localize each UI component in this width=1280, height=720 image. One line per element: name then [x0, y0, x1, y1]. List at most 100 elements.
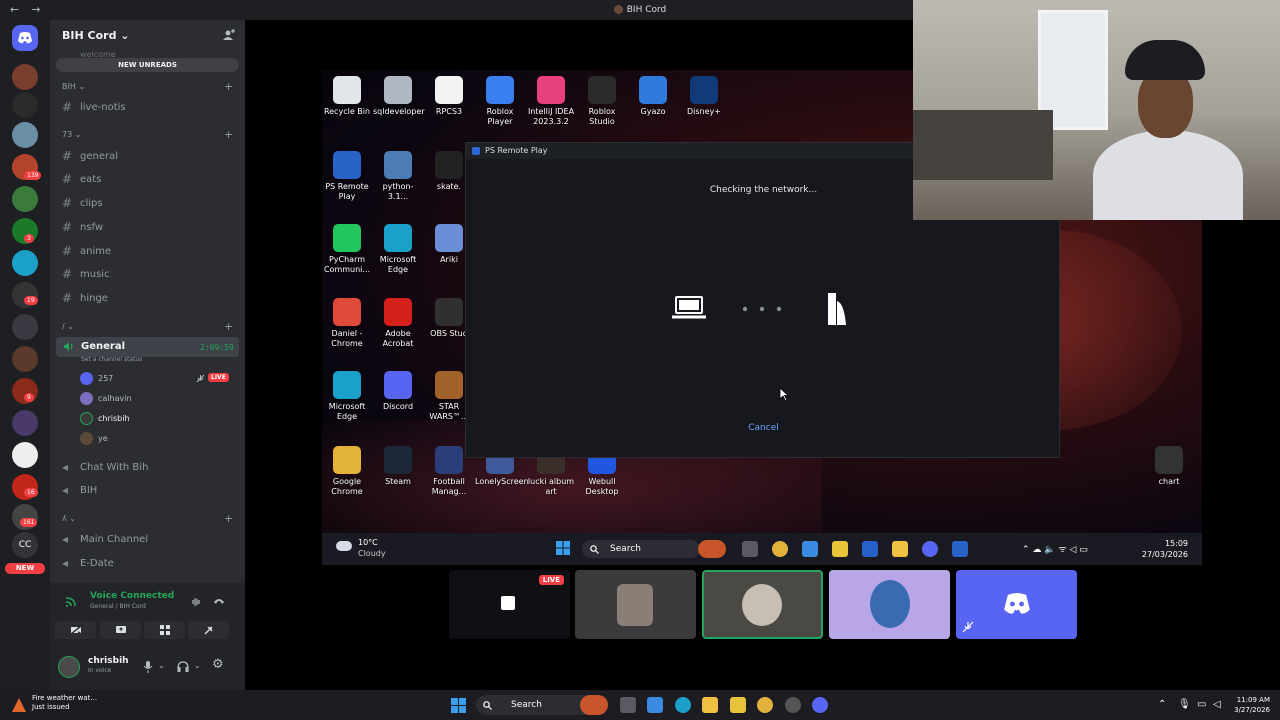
voice-channel-chat-with-bih[interactable]: ◂ Chat With Bih — [62, 460, 148, 474]
microphone-icon[interactable]: 🎙 — [1178, 699, 1191, 710]
channel-live-notis[interactable]: # live-notis — [62, 100, 126, 114]
category-slash[interactable]: / ⌄ — [62, 322, 74, 331]
tray-icons[interactable]: ⌃ ☁ 🔈 ᯤ ◁ ▭ — [1022, 542, 1088, 555]
participant-tile[interactable] — [829, 570, 950, 639]
remote-clock[interactable]: 15:09 27/03/2026 — [1142, 538, 1188, 560]
desktop-icon[interactable]: Google Chrome — [322, 446, 372, 497]
folder-icon[interactable] — [892, 541, 908, 557]
server-icon-2[interactable] — [12, 92, 38, 118]
participant-tile[interactable] — [956, 570, 1077, 639]
server-icon-7[interactable] — [12, 250, 38, 276]
network-icon[interactable]: ▭ — [1197, 699, 1206, 710]
windows-start-icon[interactable] — [451, 698, 466, 713]
add-channel-icon[interactable]: + — [224, 320, 233, 333]
add-channel-icon[interactable]: + — [224, 80, 233, 93]
channel-status-prompt[interactable]: Set a channel status — [81, 356, 142, 363]
channel-anime[interactable]: # anime — [62, 244, 111, 258]
category-73[interactable]: 73 ⌄ — [62, 130, 81, 139]
folder-icon[interactable] — [702, 697, 718, 713]
channel-music[interactable]: # music — [62, 267, 110, 281]
category-bih[interactable]: BIH ⌄ — [62, 82, 85, 91]
desktop-icon[interactable]: Discord — [373, 371, 423, 412]
obs-icon[interactable] — [785, 697, 801, 713]
user-name[interactable]: chrisbih — [88, 656, 129, 666]
screen-share-button[interactable] — [100, 621, 141, 639]
participant-tile-stream[interactable]: LIVE — [449, 570, 570, 639]
add-channel-icon[interactable]: + — [224, 512, 233, 525]
desktop-icon[interactable]: Roblox Player — [475, 76, 525, 127]
vscode-icon[interactable] — [862, 541, 878, 557]
copilot-icon[interactable] — [802, 541, 818, 557]
chrome-icon[interactable] — [772, 541, 788, 557]
server-name[interactable]: BIH Cord ⌄ — [62, 29, 130, 42]
discord-icon[interactable] — [812, 697, 828, 713]
desktop-icon[interactable]: sqldeveloper — [373, 76, 425, 117]
server-icon-5[interactable] — [12, 186, 38, 212]
chevron-down-icon[interactable]: ⌄ — [194, 661, 201, 670]
desktop-icon[interactable]: chart — [1144, 446, 1194, 487]
video-button[interactable] — [55, 621, 96, 639]
volume-icon[interactable]: ◁ — [1213, 699, 1221, 710]
voice-status[interactable]: Voice Connected — [90, 591, 174, 601]
user-avatar[interactable] — [58, 656, 80, 678]
new-unreads-pill[interactable]: NEW UNREADS — [56, 58, 239, 72]
task-view-icon[interactable] — [742, 541, 758, 557]
participant-tile-speaking[interactable] — [702, 570, 823, 639]
headphones-icon[interactable] — [177, 661, 189, 672]
soundboard-button[interactable] — [188, 621, 229, 639]
cancel-button[interactable]: Cancel — [466, 423, 1061, 433]
new-badge[interactable]: NEW — [5, 563, 45, 574]
desktop-icon[interactable]: Daniel - Chrome — [322, 298, 372, 349]
desktop-icon[interactable]: Recycle Bin — [322, 76, 372, 117]
voice-member[interactable]: 257 — [80, 372, 113, 385]
desktop-icon[interactable]: Steam — [373, 446, 423, 487]
noise-suppression-icon[interactable] — [190, 597, 202, 607]
server-icon-1[interactable] — [12, 64, 38, 90]
desktop-icon[interactable]: Disney+ — [679, 76, 729, 117]
microphone-icon[interactable] — [143, 661, 153, 673]
voice-location[interactable]: General / BIH Cord — [90, 603, 146, 610]
participant-tile[interactable] — [575, 570, 696, 639]
discord-icon[interactable] — [922, 541, 938, 557]
webcam-feed[interactable] — [913, 0, 1280, 220]
disconnect-icon[interactable] — [213, 596, 225, 606]
voice-member[interactable]: calhavin — [80, 392, 132, 405]
chrome-icon[interactable] — [757, 697, 773, 713]
chevron-down-icon[interactable]: ⌄ — [158, 661, 165, 670]
server-icon-13[interactable] — [12, 442, 38, 468]
desktop-icon[interactable]: Microsoft Edge — [373, 224, 423, 275]
desktop-icon[interactable]: IntelliJ IDEA 2023.3.2 — [526, 76, 576, 127]
weather-desc[interactable]: Cloudy — [358, 549, 386, 558]
voice-channel-bih[interactable]: ◂ BIH — [62, 483, 97, 497]
desktop-icon[interactable]: Adobe Acrobat — [373, 298, 423, 349]
voice-channel-main[interactable]: ◂ Main Channel — [62, 532, 148, 546]
activities-button[interactable] — [144, 621, 185, 639]
ps-remote-play-icon[interactable] — [952, 541, 968, 557]
server-icon-10[interactable] — [12, 346, 38, 372]
server-cc[interactable]: CC — [12, 532, 38, 558]
os-clock[interactable]: 11:09 AM 3/27/2026 — [1228, 695, 1270, 715]
weather-alert[interactable]: Fire weather wat... Just issued — [32, 694, 97, 712]
voice-channel-edate[interactable]: ◂ E-Date — [62, 556, 114, 570]
weather-temp[interactable]: 10°C — [358, 538, 378, 547]
server-icon-9[interactable] — [12, 314, 38, 340]
desktop-icon[interactable]: Roblox Studio — [577, 76, 627, 127]
desktop-icon[interactable]: python-3.1... — [373, 151, 423, 202]
voice-member[interactable]: chrisbih — [80, 412, 130, 425]
channel-hinge[interactable]: # hinge — [62, 291, 108, 305]
store-icon[interactable] — [832, 541, 848, 557]
chevron-up-icon[interactable]: ⌃ — [1158, 699, 1166, 710]
channel-general[interactable]: # general — [62, 149, 118, 163]
desktop-icon[interactable]: Gyazo — [628, 76, 678, 117]
server-icon-3[interactable] — [12, 122, 38, 148]
desktop-icon[interactable]: PS Remote Play — [322, 151, 372, 202]
settings-gear-icon[interactable]: ⚙ — [212, 657, 224, 672]
desktop-icon[interactable]: Microsoft Edge — [322, 371, 372, 422]
home-button[interactable] — [12, 25, 38, 51]
task-view-icon[interactable] — [620, 697, 636, 713]
add-channel-icon[interactable]: + — [224, 128, 233, 141]
windows-start-icon[interactable] — [556, 541, 570, 555]
edge-icon[interactable] — [675, 697, 691, 713]
category-lambda[interactable]: ʎ ⌄ — [62, 514, 76, 523]
desktop-icon[interactable]: PyCharm Communi... — [322, 224, 372, 275]
